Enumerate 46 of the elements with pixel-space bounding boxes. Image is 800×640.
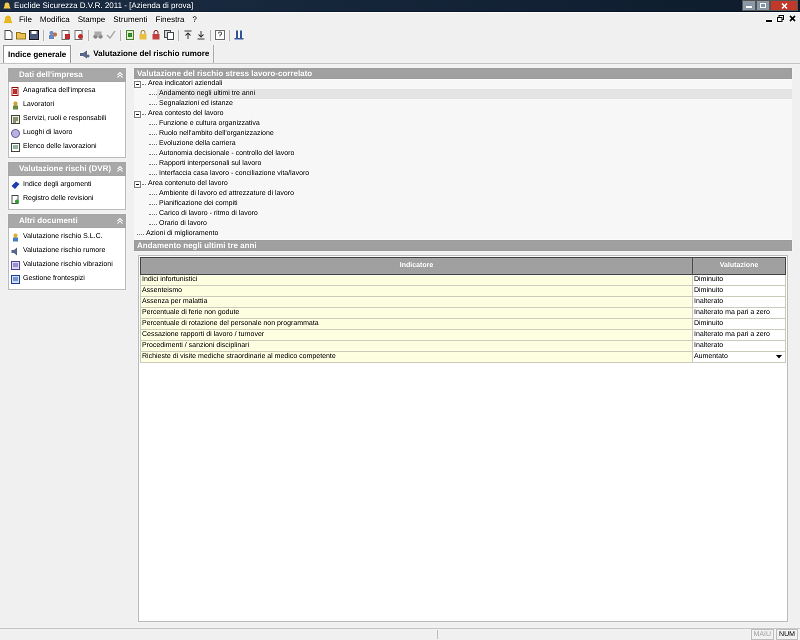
arrow-up-icon[interactable]	[183, 30, 193, 40]
folder-icon[interactable]	[16, 30, 26, 40]
check-icon[interactable]	[106, 30, 116, 40]
list-icon	[11, 143, 20, 152]
document-icon[interactable]	[125, 30, 135, 40]
list-icon	[11, 261, 20, 270]
menu-item[interactable]: Modifica	[40, 16, 70, 24]
menu-item[interactable]: Strumenti	[113, 16, 148, 24]
menu-item[interactable]: ?	[192, 16, 197, 24]
disc-icon	[11, 129, 20, 138]
copy-icon[interactable]	[164, 30, 174, 40]
maximize-button[interactable]	[756, 0, 770, 11]
document-icon[interactable]	[74, 30, 84, 40]
panel-header: Valutazione del rischio stress lavoro-correlato	[134, 68, 792, 79]
list-icon	[11, 115, 20, 124]
close-button[interactable]	[770, 0, 798, 11]
help-icon[interactable]	[215, 30, 225, 40]
person-icon	[11, 233, 20, 242]
collapse-icon[interactable]	[134, 180, 141, 188]
person-icon	[11, 101, 20, 110]
new-file-icon[interactable]	[3, 30, 13, 40]
collapse-icon[interactable]	[134, 80, 141, 88]
menu-item[interactable]: File	[19, 16, 32, 24]
binoculars-icon[interactable]	[93, 30, 103, 40]
document-icon[interactable]	[61, 30, 71, 40]
document-icon	[11, 87, 20, 96]
tab[interactable]: Indice generale	[3, 45, 72, 63]
arrow-down-icon[interactable]	[196, 30, 206, 40]
lock-icon[interactable]	[151, 30, 161, 40]
close-icon[interactable]	[789, 15, 796, 22]
document-icon	[11, 195, 20, 204]
people-icon[interactable]	[48, 30, 58, 40]
horn-icon	[11, 247, 20, 256]
tab[interactable]: Valutazione del rischio rumore	[75, 45, 214, 63]
menu-item[interactable]: Stampe	[78, 16, 106, 24]
close-icon	[780, 2, 788, 8]
window-title: Euclide Sicurezza D.V.R. 2011 - [Azienda di prova]	[14, 2, 194, 10]
restore-icon[interactable]	[777, 15, 784, 22]
menu-item[interactable]: Finestra	[156, 16, 184, 24]
save-icon[interactable]	[29, 30, 39, 40]
panel-header: Andamento negli ultimi tre anni	[134, 240, 792, 251]
caret-icon	[776, 355, 782, 359]
minimize-button[interactable]	[742, 0, 756, 11]
column-icon[interactable]	[234, 30, 244, 40]
collapse-icon[interactable]	[134, 110, 141, 118]
document-icon	[11, 275, 20, 284]
